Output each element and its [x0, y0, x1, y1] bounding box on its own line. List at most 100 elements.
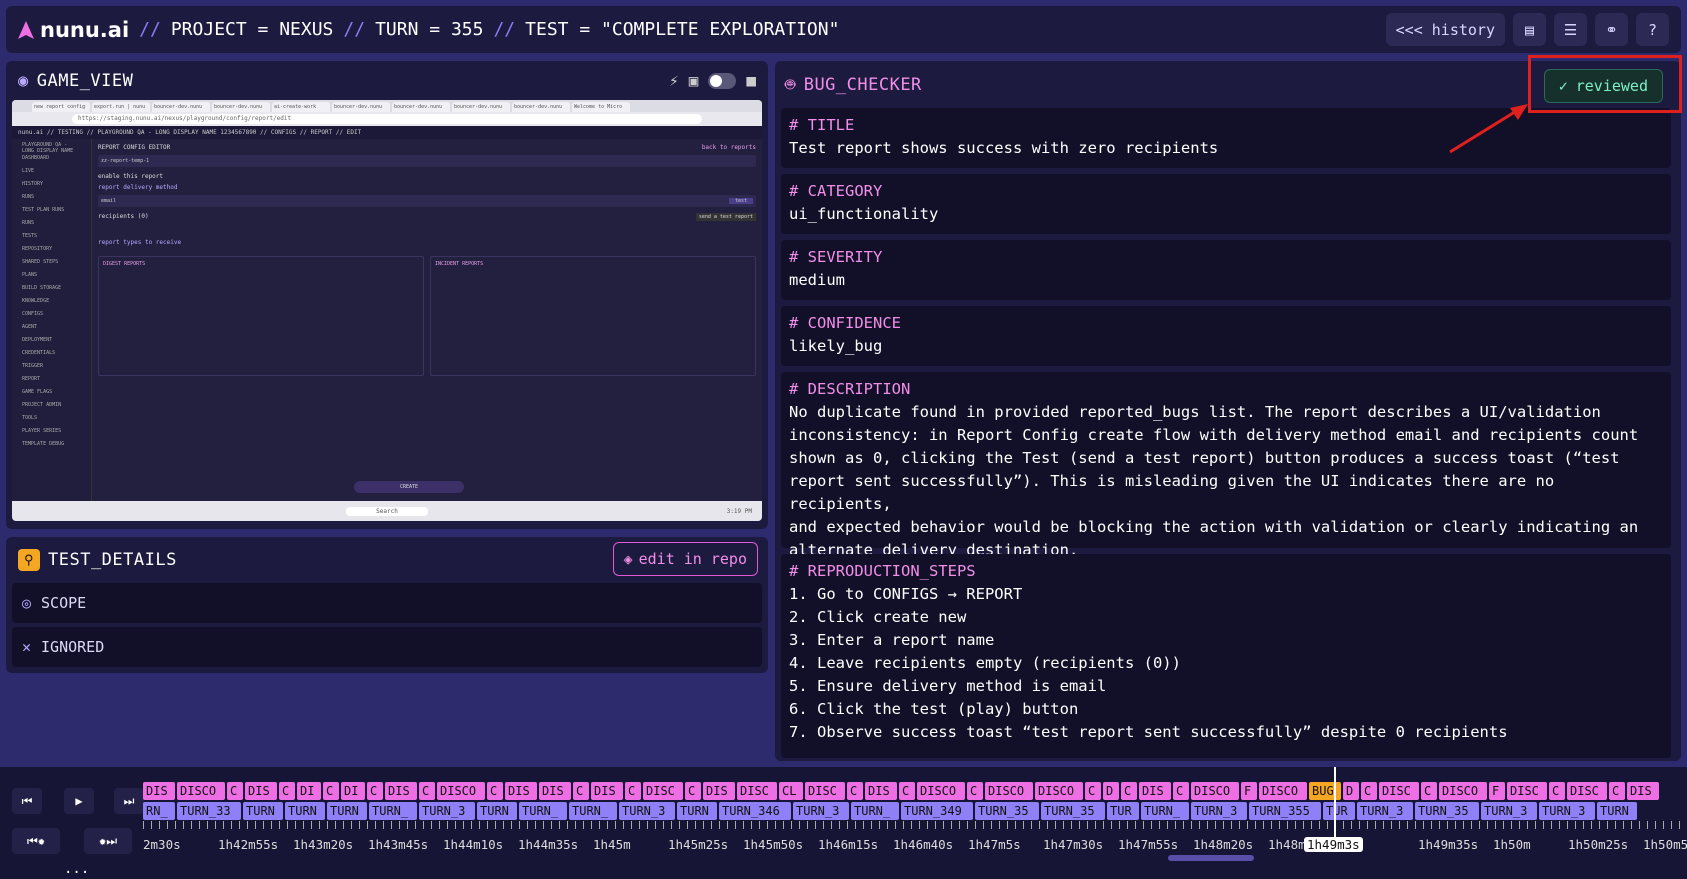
list-button[interactable]: ☰	[1554, 13, 1587, 46]
timeline-segment[interactable]: DISCO	[985, 782, 1033, 800]
timeline-segment[interactable]: C	[1609, 782, 1625, 800]
timeline-segment[interactable]: DISCO	[437, 782, 485, 800]
timeline-segment[interactable]: TURN_35	[975, 802, 1039, 820]
ignored-row[interactable]: ✕ IGNORED	[12, 627, 762, 667]
timeline-segment[interactable]: F	[1241, 782, 1257, 800]
timeline-segment[interactable]: DISC	[1567, 782, 1607, 800]
timeline-segment[interactable]: C	[367, 782, 383, 800]
clipboard-button[interactable]: ▤	[1513, 13, 1546, 46]
help-button[interactable]: ?	[1636, 13, 1669, 46]
timeline-segment[interactable]: C	[279, 782, 295, 800]
timeline-segment[interactable]: C	[323, 782, 339, 800]
timeline-segment[interactable]: C	[573, 782, 589, 800]
camera-icon[interactable]: ▣	[689, 71, 699, 90]
timeline-segment[interactable]: TURN_33	[177, 802, 241, 820]
timeline-segment[interactable]: DIS	[245, 782, 277, 800]
timeline-segment[interactable]: TURN_	[1141, 802, 1189, 820]
timeline-segment[interactable]: TURN_3	[793, 802, 849, 820]
link-button[interactable]: ⚭	[1595, 13, 1628, 46]
edit-in-repo-button[interactable]: ◈ edit in repo	[612, 542, 758, 576]
timeline-segment[interactable]: DISC	[1507, 782, 1547, 800]
timeline-segment[interactable]: DIS	[591, 782, 623, 800]
timeline-segment[interactable]: C	[419, 782, 435, 800]
timeline-segment[interactable]: TUR	[1323, 802, 1355, 820]
timeline-segment[interactable]: DISC	[737, 782, 777, 800]
timeline-segment[interactable]: C	[487, 782, 503, 800]
lightning-icon[interactable]: ⚡	[669, 71, 679, 90]
timeline-segment[interactable]: DIS	[865, 782, 897, 800]
timeline-segment[interactable]: C	[1549, 782, 1565, 800]
timeline-segment[interactable]: C	[1085, 782, 1101, 800]
timeline-segment[interactable]: DISCO	[917, 782, 965, 800]
timeline-segment[interactable]: C	[1421, 782, 1437, 800]
timeline-segment[interactable]: DIS	[385, 782, 417, 800]
scope-row[interactable]: ◎ SCOPE	[12, 583, 762, 623]
timeline-segment[interactable]: TURN	[1597, 802, 1637, 820]
timeline-segment[interactable]: TURN_	[851, 802, 899, 820]
timeline-segment[interactable]: D	[1103, 782, 1119, 800]
timeline-segment[interactable]: TURN_3	[1191, 802, 1247, 820]
timeline-segment[interactable]: TURN_3	[619, 802, 675, 820]
timeline-segment[interactable]: DI	[341, 782, 365, 800]
timeline-segment[interactable]: DISCO	[177, 782, 225, 800]
timeline-segment[interactable]: TURN_	[519, 802, 567, 820]
timeline-segment[interactable]: C	[1173, 782, 1189, 800]
timeline-segment[interactable]: C	[1121, 782, 1137, 800]
timeline-segment[interactable]: TURN_3	[419, 802, 475, 820]
timeline-segment[interactable]: DISCO	[1191, 782, 1239, 800]
timeline-segment[interactable]: DI	[297, 782, 321, 800]
timeline-segment[interactable]: D	[1343, 782, 1359, 800]
timeline-segment[interactable]: DISCO	[1035, 782, 1083, 800]
timeline-segment[interactable]: TURN_	[569, 802, 617, 820]
timeline-segment[interactable]: C	[1361, 782, 1377, 800]
timeline-segment[interactable]: C	[847, 782, 863, 800]
timeline-segment[interactable]: TUR	[1107, 802, 1139, 820]
history-button[interactable]: <<< history	[1385, 13, 1505, 46]
timeline-segment[interactable]: DIS	[1139, 782, 1171, 800]
timeline-segment[interactable]: TURN_3	[1357, 802, 1413, 820]
timeline-segment[interactable]: CL	[779, 782, 803, 800]
timeline-segment[interactable]: TURN_3	[1481, 802, 1537, 820]
timeline-scrollbar[interactable]	[1168, 855, 1254, 861]
next-bug-button[interactable]: ✹⏭︎	[84, 828, 132, 854]
timeline-segment[interactable]: C	[967, 782, 983, 800]
timeline-segment[interactable]: TURN_	[369, 802, 417, 820]
timeline-segment[interactable]: DIS	[539, 782, 571, 800]
timeline-segment[interactable]: C	[625, 782, 641, 800]
timeline-segment[interactable]: TURN	[243, 802, 283, 820]
timeline-segment[interactable]: DISC	[1379, 782, 1419, 800]
timeline-segment[interactable]: C	[685, 782, 701, 800]
playhead[interactable]	[1334, 767, 1336, 837]
timeline-segment[interactable]: F	[1489, 782, 1505, 800]
timeline-segment[interactable]: TURN_355	[1249, 802, 1321, 820]
timeline-segment[interactable]: C	[227, 782, 243, 800]
timeline-segment[interactable]: DISC	[805, 782, 845, 800]
timeline-segment[interactable]: C	[899, 782, 915, 800]
timeline-segment[interactable]: TURN	[285, 802, 325, 820]
timeline-segment[interactable]: TURN	[327, 802, 367, 820]
video-camera-icon[interactable]: ■	[746, 71, 756, 90]
timeline-segment[interactable]: RN_	[143, 802, 175, 820]
timeline-segment[interactable]: TURN_346	[719, 802, 791, 820]
timeline-segment[interactable]: DIS	[703, 782, 735, 800]
timeline-segment[interactable]: TURN	[677, 802, 717, 820]
event-track: DIS DISCO C DIS C DI C DI C DIS C DISCO C DIS DIS C DIS C…	[143, 782, 1687, 800]
timeline-segment[interactable]: DISC	[643, 782, 683, 800]
timeline-segment[interactable]: TURN_3	[1539, 802, 1595, 820]
timeline-segment[interactable]: DIS	[143, 782, 175, 800]
timeline-segment[interactable]: TURN_35	[1415, 802, 1479, 820]
timeline-segment[interactable]: DIS	[1627, 782, 1659, 800]
timeline-segment[interactable]: DIS	[505, 782, 537, 800]
timeline-segment[interactable]: TURN_349	[901, 802, 973, 820]
timeline-segment[interactable]: DISCO	[1259, 782, 1307, 800]
play-button[interactable]: ▶	[64, 788, 94, 814]
timeline-segment[interactable]: TURN_35	[1041, 802, 1105, 820]
timeline-segment[interactable]: DISCO	[1439, 782, 1487, 800]
bug-marker[interactable]: BUG	[1309, 782, 1341, 800]
prev-bug-button[interactable]: ⏮︎✹	[12, 828, 60, 854]
skip-start-button[interactable]: ⏮︎	[12, 788, 42, 814]
nunu-logo[interactable]: nunu.ai	[18, 18, 129, 42]
live-toggle[interactable]	[708, 72, 737, 89]
timeline-segment[interactable]: TURN	[477, 802, 517, 820]
skip-end-button[interactable]: ⏭︎	[114, 788, 144, 814]
